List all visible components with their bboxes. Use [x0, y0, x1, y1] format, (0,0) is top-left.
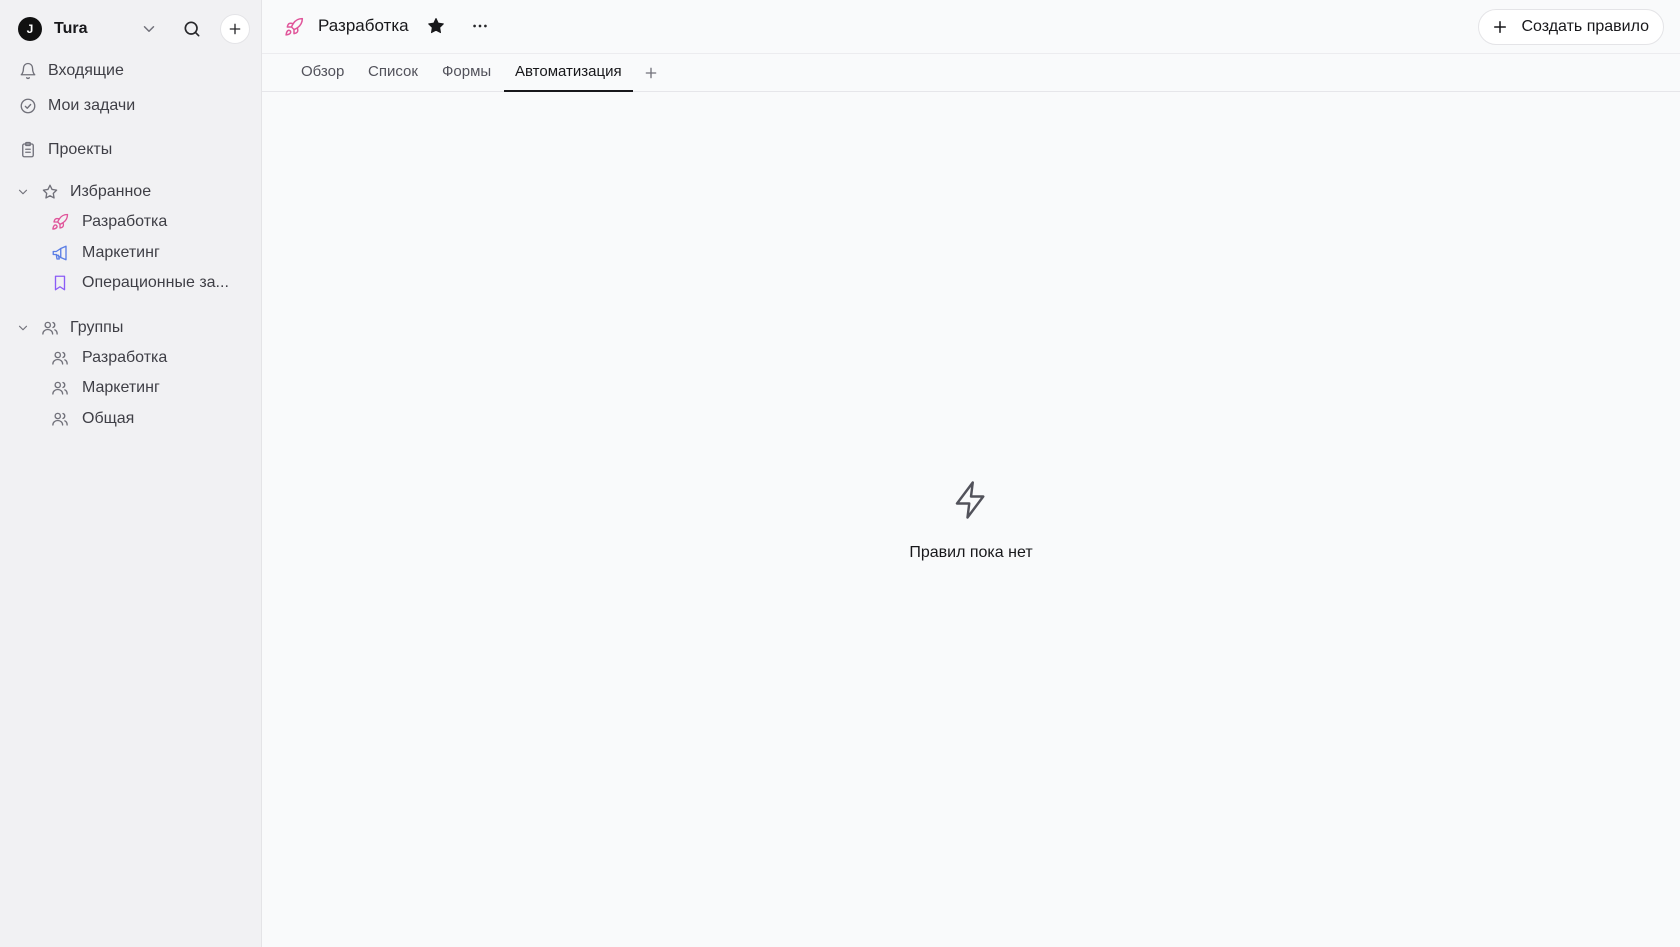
sidebar-item-label: Проекты — [48, 141, 113, 158]
sidebar-item-group-development[interactable]: Разработка — [50, 345, 167, 371]
tab-overview[interactable]: Обзор — [290, 54, 355, 92]
empty-state: Правил пока нет — [262, 478, 1680, 562]
sidebar: J Tura Входящие Мои задачи Проекты Избра… — [0, 0, 262, 947]
star-outline-icon — [40, 182, 60, 202]
add-button[interactable] — [220, 14, 250, 44]
app-root: J Tura Входящие Мои задачи Проекты Избра… — [0, 0, 1680, 947]
sidebar-item-projects[interactable]: Проекты — [18, 137, 112, 163]
sidebar-item-label: Разработка — [82, 349, 168, 366]
megaphone-icon — [50, 243, 70, 263]
check-circle-icon — [18, 96, 38, 116]
page-title: Разработка — [318, 16, 409, 35]
bookmark-icon — [50, 273, 70, 293]
sidebar-item-group-general[interactable]: Общая — [50, 406, 134, 432]
bell-icon — [18, 61, 38, 81]
sidebar-section-label: Группы — [70, 319, 124, 336]
sidebar-item-label: Операционные за... — [82, 274, 229, 291]
tab-automation[interactable]: Автоматизация — [504, 54, 633, 92]
create-rule-label: Создать правило — [1521, 18, 1649, 35]
sidebar-item-fav-marketing[interactable]: Маркетинг — [50, 240, 160, 266]
sidebar-item-inbox[interactable]: Входящие — [18, 58, 124, 84]
sidebar-item-label: Общая — [82, 410, 135, 427]
users-icon — [50, 348, 70, 368]
sidebar-item-label: Маркетинг — [82, 244, 160, 261]
sidebar-item-label: Мои задачи — [48, 97, 136, 114]
search-icon[interactable] — [182, 19, 202, 39]
sidebar-section-groups[interactable]: Группы — [16, 315, 123, 341]
sidebar-item-fav-operations[interactable]: Операционные за... — [50, 270, 229, 296]
sidebar-item-fav-development[interactable]: Разработка — [50, 209, 167, 235]
plus-icon — [1494, 21, 1507, 33]
rocket-icon — [50, 212, 70, 232]
create-rule-button[interactable]: Создать правило — [1478, 9, 1664, 45]
sidebar-item-group-marketing[interactable]: Маркетинг — [50, 375, 160, 401]
sidebar-item-label: Входящие — [48, 62, 124, 79]
plus-icon — [229, 23, 241, 35]
workspace-logo: J — [18, 17, 42, 41]
main-content: Разработка Создать правило Обзор Список … — [262, 0, 1680, 947]
users-icon — [50, 378, 70, 398]
sidebar-section-label: Избранное — [70, 183, 152, 200]
lightning-icon — [955, 481, 985, 519]
sidebar-item-my-tasks[interactable]: Мои задачи — [18, 93, 135, 119]
rocket-icon — [285, 17, 304, 36]
plus-icon[interactable] — [643, 65, 659, 81]
workspace-switcher[interactable]: J Tura — [18, 12, 254, 46]
workspace-name: Tura — [54, 20, 88, 37]
tabs-bar: Обзор Список Формы Автоматизация — [262, 54, 1680, 92]
tab-list[interactable]: Список — [357, 54, 429, 92]
users-icon — [40, 318, 60, 338]
users-icon — [50, 409, 70, 429]
sidebar-item-label: Маркетинг — [82, 379, 160, 396]
chevron-down-icon[interactable] — [140, 20, 158, 38]
star-icon[interactable] — [426, 16, 446, 36]
empty-state-text: Правил пока нет — [909, 544, 1033, 561]
chevron-down-icon[interactable] — [16, 321, 30, 335]
topbar: Разработка Создать правило — [262, 0, 1680, 54]
chevron-down-icon[interactable] — [16, 185, 30, 199]
tab-forms[interactable]: Формы — [431, 54, 502, 92]
sidebar-item-label: Разработка — [82, 213, 168, 230]
clipboard-icon — [18, 140, 38, 160]
more-horizontal-icon[interactable] — [470, 16, 490, 36]
sidebar-section-favorites[interactable]: Избранное — [16, 179, 151, 205]
